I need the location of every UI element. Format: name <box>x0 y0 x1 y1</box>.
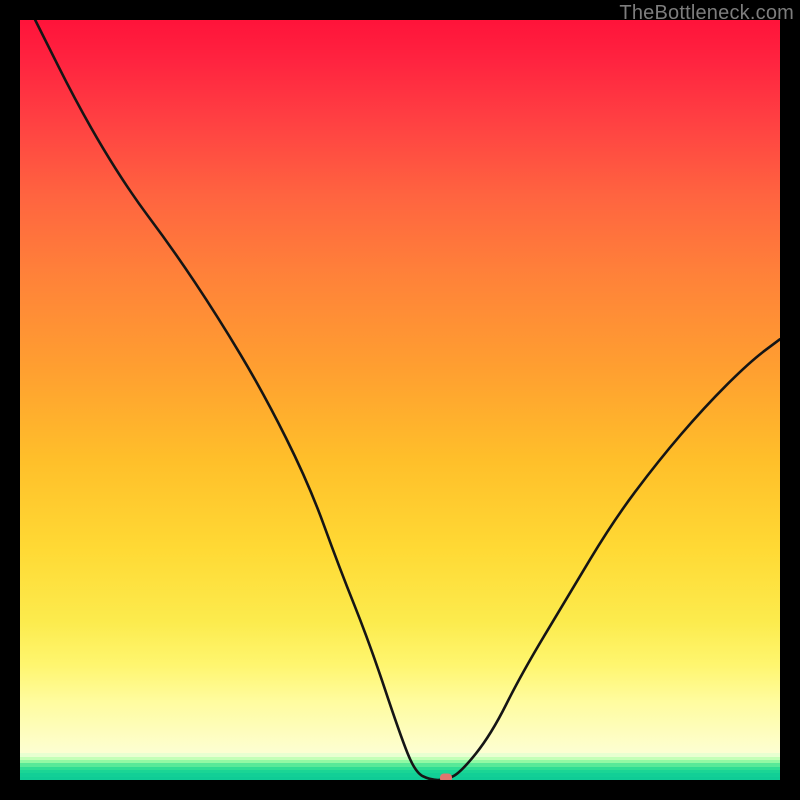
bottleneck-curve <box>20 20 780 780</box>
optimum-marker <box>440 774 452 781</box>
chart-frame: TheBottleneck.com <box>0 0 800 800</box>
plot-area <box>20 20 780 780</box>
